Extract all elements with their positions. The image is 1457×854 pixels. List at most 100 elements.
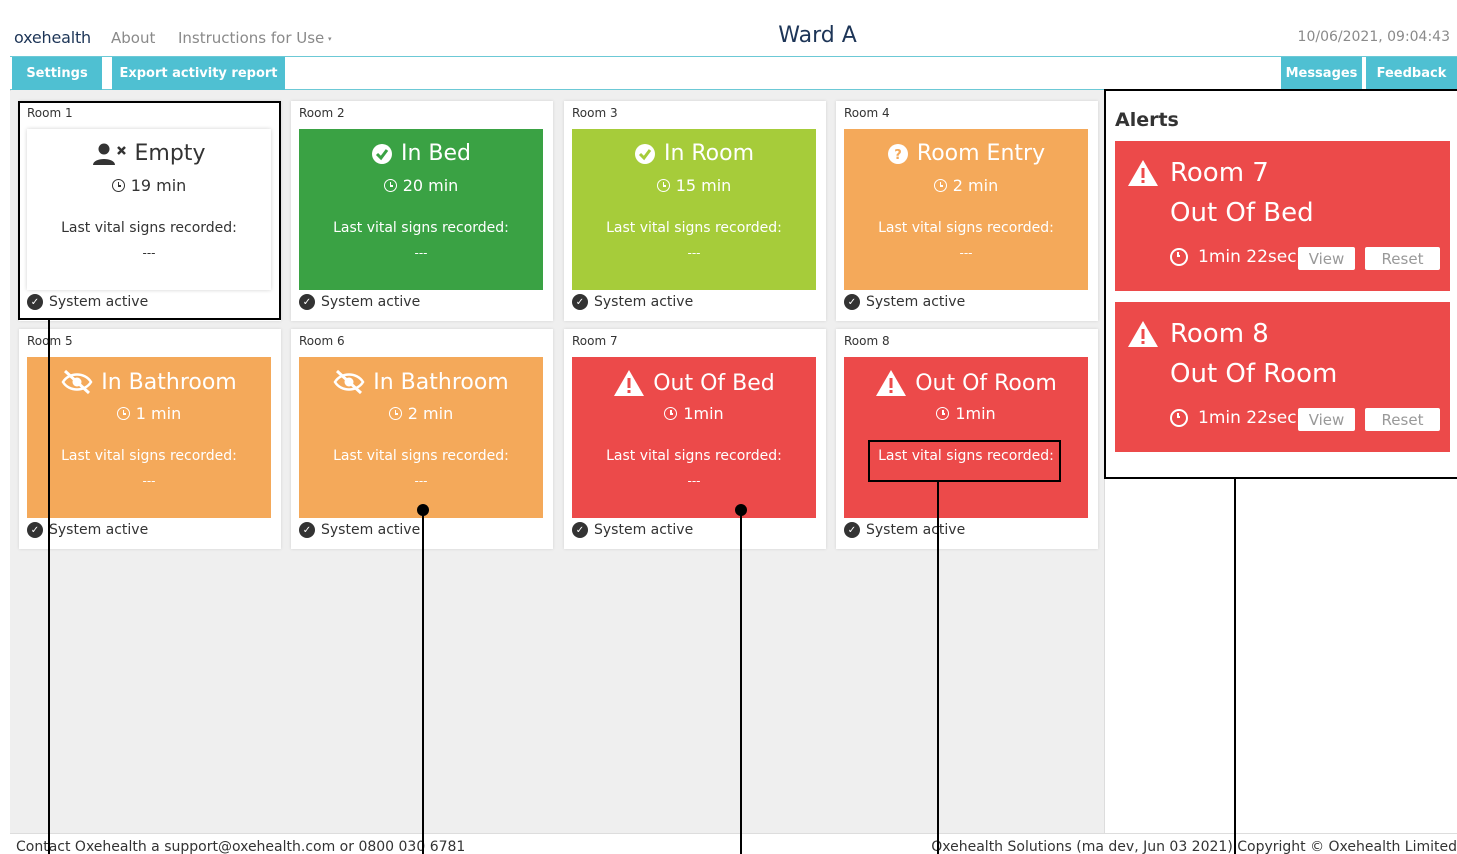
room-status-panel[interactable]: ? Room Entry 2 min Last vital signs reco…: [844, 129, 1088, 290]
room-status-panel[interactable]: Empty 19 min Last vital signs recorded: …: [27, 129, 271, 290]
top-header: oxehealth About Instructions for Use ▾ W…: [10, 15, 1457, 57]
room-card-1[interactable]: Room 1 Empty 19 min Last vital signs rec…: [19, 101, 281, 321]
room-status-text: In Room: [663, 141, 755, 166]
system-status-row: ✓ System active: [844, 522, 965, 538]
check-icon: ✓: [27, 522, 43, 538]
room-time-text: 2 min: [407, 404, 454, 423]
alert-card-room-8[interactable]: Room 8 Out Of Room 1min 22sec View Reset: [1115, 302, 1450, 452]
room-label: Room 8: [844, 334, 890, 348]
room-status-panel[interactable]: Out Of Bed 1min Last vital signs recorde…: [572, 357, 816, 518]
toolbar: Settings Export activity report Messages…: [10, 57, 1457, 90]
alert-time-text: 1min 22sec: [1198, 408, 1297, 428]
room-status: Empty: [27, 141, 271, 166]
room-status-text: In Bathroom: [101, 369, 237, 395]
alert-room-label: Room 8: [1170, 319, 1269, 349]
export-activity-report-button[interactable]: Export activity report: [112, 57, 285, 90]
room-card-7[interactable]: Room 7 Out Of Bed 1min Last vital signs …: [564, 329, 826, 549]
messages-button[interactable]: Messages: [1281, 57, 1362, 90]
callout-line: [422, 510, 424, 854]
room-time-text: 2 min: [952, 176, 999, 195]
vitals-label: Last vital signs recorded:: [606, 448, 782, 464]
room-card-5[interactable]: Room 5 In Bathroom 1 min Last vital sign…: [19, 329, 281, 549]
room-card-3[interactable]: Room 3 In Room 15 min Last vital signs r…: [564, 101, 826, 321]
callout-line: [937, 482, 939, 854]
vitals-label: Last vital signs recorded:: [333, 220, 509, 236]
reset-button[interactable]: Reset: [1365, 408, 1440, 431]
current-datetime: 10/06/2021, 09:04:43: [1297, 29, 1450, 45]
callout-dot: [417, 504, 429, 516]
footer-contact: Contact Oxehealth a support@oxehealth.co…: [16, 839, 466, 854]
svg-text:?: ?: [894, 148, 902, 163]
clock-icon: [1170, 248, 1188, 266]
vitals-value: ---: [142, 474, 156, 488]
alert-card-room-7[interactable]: Room 7 Out Of Bed 1min 22sec View Reset: [1115, 141, 1450, 291]
view-button[interactable]: View: [1298, 408, 1355, 431]
room-elapsed-time: 19 min: [27, 176, 271, 195]
alerts-title: Alerts: [1115, 109, 1179, 131]
room-label: Room 6: [299, 334, 345, 348]
vitals-label: Last vital signs recorded:: [333, 448, 509, 464]
eye-slash-icon: [333, 369, 365, 395]
room-status-text: In Bed: [400, 141, 472, 166]
clock-icon: [111, 179, 125, 192]
callout-line: [740, 510, 742, 854]
vitals-value: ---: [959, 246, 973, 260]
room-card-4[interactable]: Room 4 ? Room Entry 2 min Last vital sig…: [836, 101, 1098, 321]
alert-elapsed-time: 1min 22sec: [1170, 247, 1297, 267]
room-time-text: 19 min: [130, 176, 187, 195]
room-card-8[interactable]: Room 8 Out Of Room 1min Last vital signs…: [836, 329, 1098, 549]
warning-icon: [1128, 160, 1158, 186]
warning-icon: [613, 369, 645, 397]
vitals-label: Last vital signs recorded:: [61, 220, 237, 236]
question-circle-icon: ?: [887, 143, 909, 165]
clock-icon: [936, 407, 950, 420]
system-status-text: System active: [321, 294, 421, 310]
callout-line: [48, 320, 50, 854]
check-circle-icon: [634, 143, 656, 165]
room-status-panel[interactable]: In Bathroom 1 min Last vital signs recor…: [27, 357, 271, 518]
vitals-value: ---: [959, 474, 973, 488]
room-time-text: 20 min: [402, 176, 459, 195]
room-time-text: 1min: [683, 404, 724, 423]
alert-time-text: 1min 22sec: [1198, 247, 1297, 267]
room-status-text: Out Of Bed: [653, 370, 775, 396]
room-status-panel[interactable]: Out Of Room 1min Last vital signs record…: [844, 357, 1088, 518]
system-status-text: System active: [49, 522, 149, 538]
alerts-panel: Alerts Room 7 Out Of Bed 1min 22sec View…: [1104, 91, 1457, 833]
system-status-row: ✓ System active: [572, 294, 693, 310]
room-card-2[interactable]: Room 2 In Bed 20 min Last vital signs re…: [291, 101, 553, 321]
settings-button[interactable]: Settings: [12, 57, 102, 90]
system-status-text: System active: [49, 294, 149, 310]
warning-icon: [875, 369, 907, 397]
vitals-label: Last vital signs recorded:: [61, 448, 237, 464]
system-status-text: System active: [866, 522, 966, 538]
clock-icon: [1170, 409, 1188, 427]
vitals-label: Last vital signs recorded:: [878, 448, 1054, 464]
room-label: Room 2: [299, 106, 345, 120]
clock-icon: [116, 407, 130, 420]
room-time-text: 1 min: [135, 404, 182, 423]
feedback-button[interactable]: Feedback: [1366, 57, 1457, 90]
clock-icon: [388, 407, 402, 420]
system-status-row: ✓ System active: [844, 294, 965, 310]
vitals-value: ---: [414, 246, 428, 260]
room-status: In Room: [572, 141, 816, 166]
room-elapsed-time: 2 min: [299, 404, 543, 423]
room-elapsed-time: 1 min: [27, 404, 271, 423]
alert-room-label: Room 7: [1170, 158, 1269, 188]
room-status-panel[interactable]: In Bathroom 2 min Last vital signs recor…: [299, 357, 543, 518]
check-icon: ✓: [844, 294, 860, 310]
clock-icon: [664, 407, 678, 420]
ward-title: Ward A: [778, 23, 857, 48]
view-button[interactable]: View: [1298, 247, 1355, 270]
check-icon: ✓: [572, 522, 588, 538]
room-status-panel[interactable]: In Room 15 min Last vital signs recorded…: [572, 129, 816, 290]
room-status: Out Of Room: [844, 369, 1088, 397]
room-label: Room 7: [572, 334, 618, 348]
room-status: ? Room Entry: [844, 141, 1088, 166]
system-status-row: ✓ System active: [27, 294, 148, 310]
reset-button[interactable]: Reset: [1365, 247, 1440, 270]
room-status-panel[interactable]: In Bed 20 min Last vital signs recorded:…: [299, 129, 543, 290]
eye-slash-icon: [61, 369, 93, 395]
vitals-label: Last vital signs recorded:: [606, 220, 782, 236]
